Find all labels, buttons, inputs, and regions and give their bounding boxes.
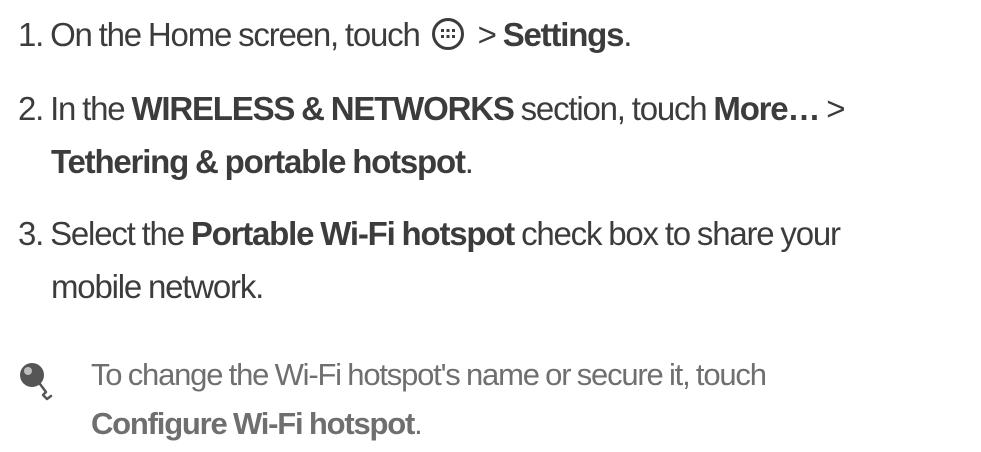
step-2: 2. In the WIRELESS & NETWORKS section, t…: [18, 82, 846, 188]
step-text: In the: [50, 90, 126, 127]
tip-line-1: To change the Wi-Fi hotspot's name or se…: [91, 357, 767, 392]
period: .: [464, 143, 474, 180]
tethering-label: Tethering & portable hotspot: [51, 143, 466, 180]
step-text: Select the: [50, 215, 185, 252]
step-1: 1. On the Home screen, touch > Settings.: [18, 8, 632, 61]
step-number: 3.: [18, 215, 44, 252]
wireless-networks-label: WIRELESS & NETWORKS: [131, 90, 514, 127]
apps-grid-icon: [431, 18, 464, 51]
step-text-mid: section, touch: [520, 90, 708, 127]
separator: >: [826, 90, 845, 127]
tip-line-2: Configure Wi-Fi hotspot.: [91, 399, 766, 448]
step-number: 1.: [18, 16, 44, 53]
tip-text: To change the Wi-Fi hotspot's name or se…: [91, 350, 767, 448]
step-2-line-2: Tethering & portable hotspot.: [18, 135, 844, 188]
step-3: 3. Select the Portable Wi-Fi hotspot che…: [18, 207, 841, 313]
separator: >: [477, 16, 497, 53]
period: .: [623, 16, 632, 53]
portable-wifi-hotspot-label: Portable Wi-Fi hotspot: [190, 215, 515, 252]
step-text: On the Home screen, touch: [50, 16, 421, 53]
configure-hotspot-label: Configure Wi-Fi hotspot: [91, 406, 415, 441]
period: .: [414, 406, 423, 441]
settings-label: Settings: [502, 16, 625, 53]
instruction-page: 1. On the Home screen, touch > Settings. …: [0, 0, 981, 452]
tip-magnifier-icon: [18, 360, 58, 418]
step-3-line-2: mobile network.: [51, 268, 264, 305]
step-number: 2.: [18, 90, 44, 127]
step-text-post: check box to share your: [521, 215, 841, 252]
more-label: More…: [713, 90, 820, 127]
